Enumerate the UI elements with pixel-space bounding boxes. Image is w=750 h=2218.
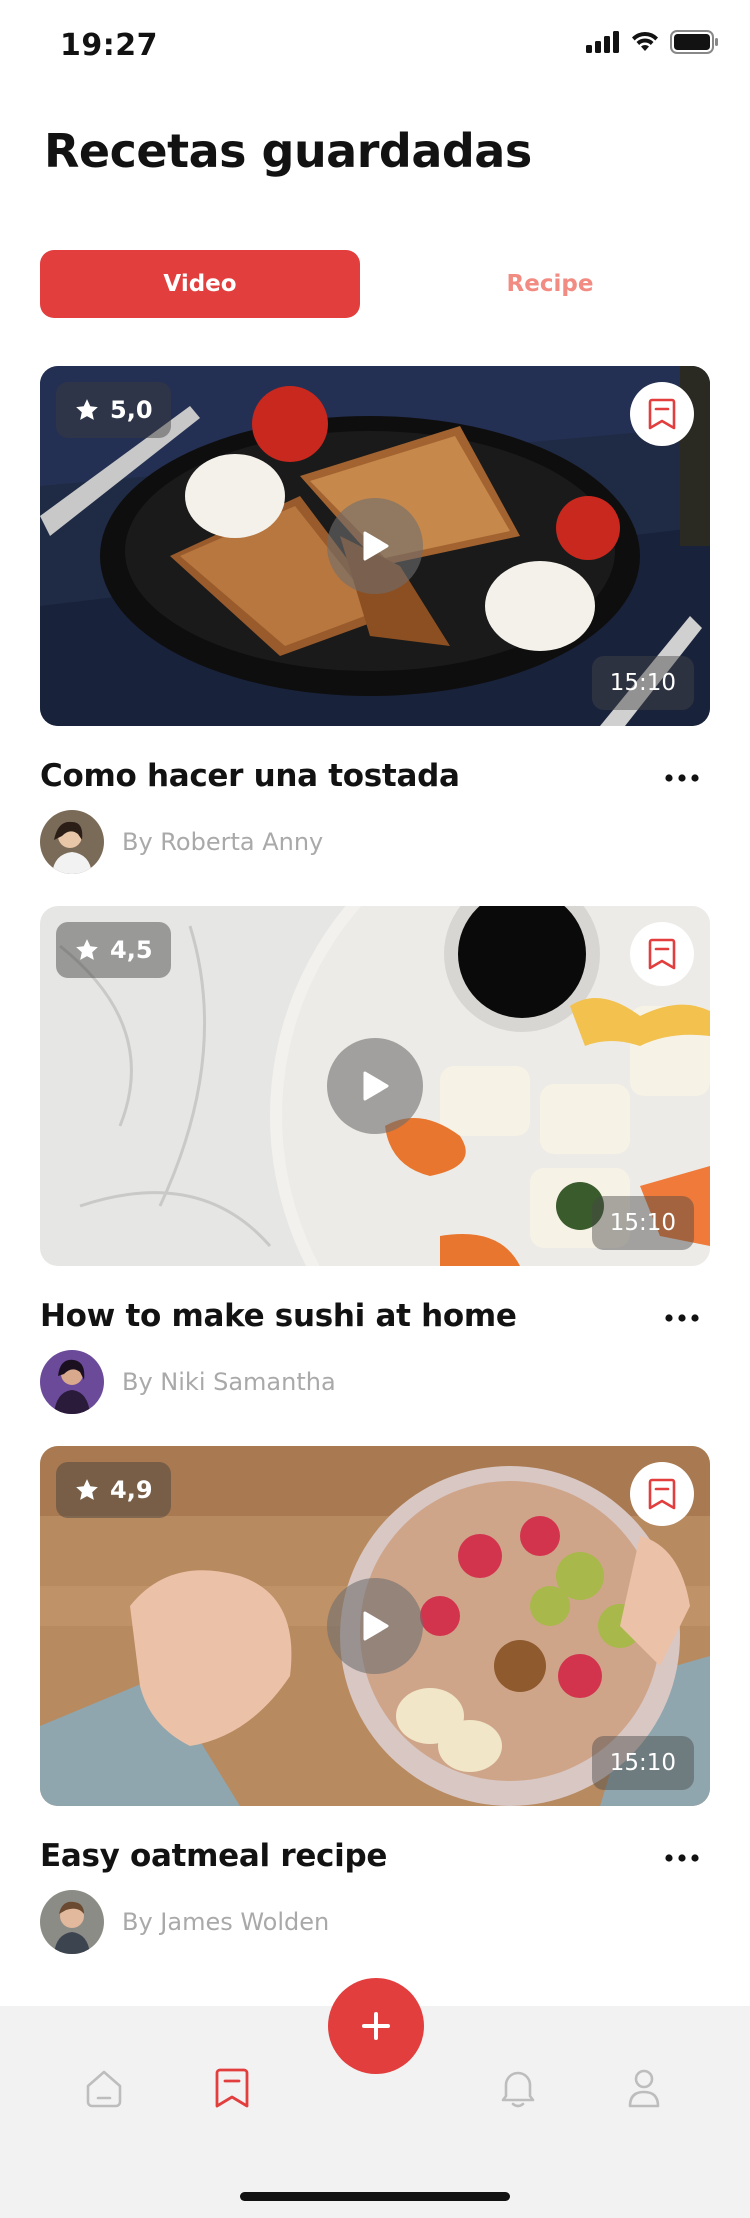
battery-icon bbox=[670, 30, 718, 54]
status-bar: 19:27 bbox=[0, 0, 750, 90]
play-icon bbox=[363, 1611, 389, 1641]
avatar bbox=[40, 810, 104, 874]
recipe-card[interactable]: 4,5 15:10 How to make sushi at home By N… bbox=[40, 906, 710, 1426]
page-title: Recetas guardadas bbox=[44, 124, 532, 178]
video-thumbnail[interactable]: 4,9 15:10 bbox=[40, 1446, 710, 1806]
wifi-icon bbox=[632, 31, 658, 51]
more-options-button[interactable] bbox=[654, 760, 710, 796]
recipe-title[interactable]: Easy oatmeal recipe bbox=[40, 1838, 387, 1874]
rating-value: 4,9 bbox=[110, 1476, 153, 1504]
author-row[interactable]: By Roberta Anny bbox=[40, 810, 323, 874]
bookmark-icon bbox=[215, 2068, 249, 2108]
author-name: By Niki Samantha bbox=[122, 1368, 336, 1396]
avatar bbox=[40, 1350, 104, 1414]
more-horizontal-icon bbox=[665, 1314, 699, 1322]
recipe-title[interactable]: How to make sushi at home bbox=[40, 1298, 517, 1334]
rating-value: 5,0 bbox=[110, 396, 153, 424]
video-duration: 15:10 bbox=[591, 656, 694, 710]
bookmark-button[interactable] bbox=[630, 922, 694, 986]
more-options-button[interactable] bbox=[654, 1840, 710, 1876]
bookmark-button[interactable] bbox=[630, 382, 694, 446]
bell-icon bbox=[501, 2071, 535, 2108]
author-name: By James Wolden bbox=[122, 1908, 330, 1936]
recipe-title[interactable]: Como hacer una tostada bbox=[40, 758, 460, 794]
tab-recipe[interactable]: Recipe bbox=[390, 250, 710, 318]
star-icon bbox=[76, 939, 98, 960]
video-thumbnail[interactable]: 4,5 15:10 bbox=[40, 906, 710, 1266]
author-name: By Roberta Anny bbox=[122, 828, 324, 856]
tab-bar: Video Recipe bbox=[40, 250, 710, 318]
play-icon bbox=[363, 531, 389, 561]
play-button[interactable] bbox=[327, 498, 423, 594]
recipe-card[interactable]: 5,0 15:10 Como hacer una tostada By Robe… bbox=[40, 366, 710, 886]
rating-badge: 5,0 bbox=[56, 382, 171, 438]
play-icon bbox=[363, 1071, 389, 1101]
nav-home[interactable] bbox=[74, 2058, 134, 2118]
video-thumbnail[interactable]: 5,0 15:10 bbox=[40, 366, 710, 726]
tab-video[interactable]: Video bbox=[40, 250, 360, 318]
plus-icon bbox=[362, 2012, 390, 2040]
recipe-card[interactable]: 4,9 15:10 Easy oatmeal recipe By James W… bbox=[40, 1446, 710, 1966]
status-icons bbox=[586, 30, 720, 54]
rating-value: 4,5 bbox=[110, 936, 153, 964]
star-icon bbox=[76, 399, 98, 420]
avatar bbox=[40, 1890, 104, 1954]
more-horizontal-icon bbox=[665, 774, 699, 782]
nav-saved[interactable] bbox=[202, 2058, 262, 2118]
rating-badge: 4,5 bbox=[56, 922, 171, 978]
profile-icon bbox=[628, 2069, 660, 2108]
more-horizontal-icon bbox=[665, 1854, 699, 1862]
play-button[interactable] bbox=[327, 1578, 423, 1674]
bookmark-button[interactable] bbox=[630, 1462, 694, 1526]
author-row[interactable]: By Niki Samantha bbox=[40, 1350, 336, 1414]
more-options-button[interactable] bbox=[654, 1300, 710, 1336]
nav-profile[interactable] bbox=[614, 2058, 674, 2118]
signal-icon bbox=[586, 31, 619, 53]
video-duration: 15:10 bbox=[591, 1196, 694, 1250]
rating-badge: 4,9 bbox=[56, 1462, 171, 1518]
video-duration: 15:10 bbox=[591, 1736, 694, 1790]
nav-notifications[interactable] bbox=[488, 2058, 548, 2118]
home-indicator bbox=[240, 2192, 510, 2201]
bookmark-icon bbox=[648, 1478, 676, 1510]
home-icon bbox=[86, 2070, 122, 2108]
bookmark-icon bbox=[648, 398, 676, 430]
play-button[interactable] bbox=[327, 1038, 423, 1134]
author-row[interactable]: By James Wolden bbox=[40, 1890, 329, 1954]
bookmark-icon bbox=[648, 938, 676, 970]
status-time: 19:27 bbox=[60, 28, 158, 63]
add-button[interactable] bbox=[328, 1978, 424, 2074]
star-icon bbox=[76, 1479, 98, 1500]
